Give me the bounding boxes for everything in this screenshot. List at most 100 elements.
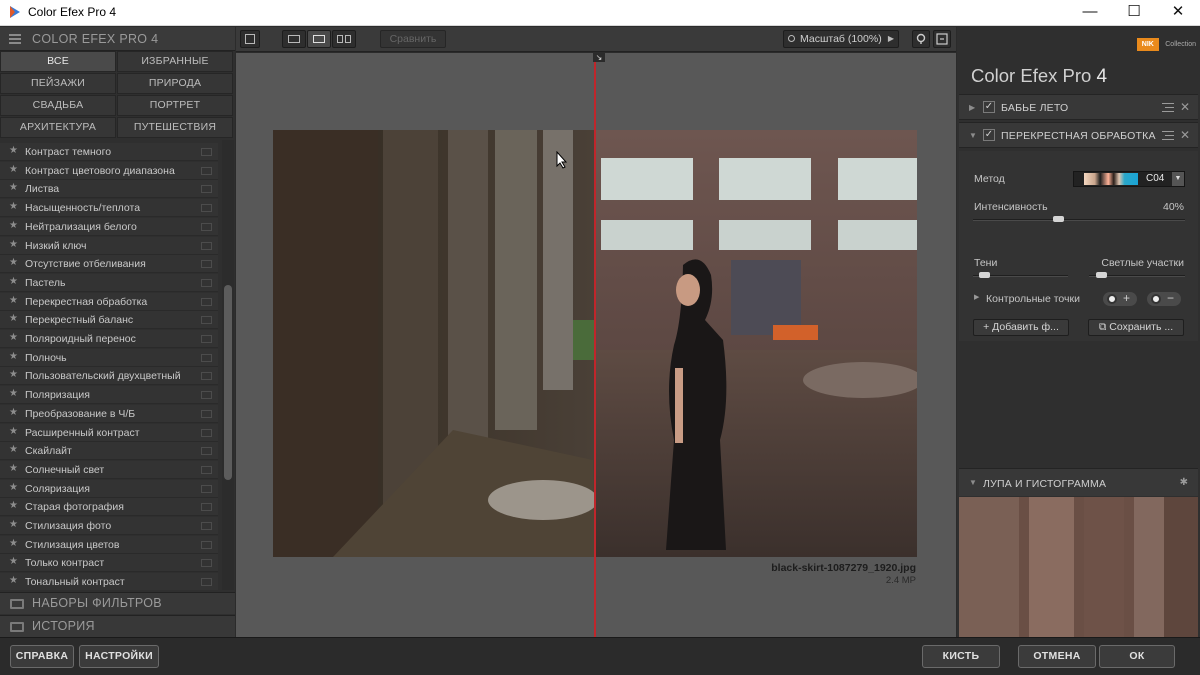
filter-list-item[interactable]: ★ Низкий ключ <box>0 236 218 255</box>
zoom-dropdown[interactable]: Масштаб (100%) <box>783 30 899 48</box>
filter-enable-checkbox[interactable]: ✓ <box>983 129 995 141</box>
favorite-star-icon[interactable]: ★ <box>9 482 18 493</box>
favorite-star-icon[interactable]: ★ <box>9 500 18 511</box>
filter-list-item[interactable]: ★ Нейтрализация белого <box>0 217 218 236</box>
filter-list-item[interactable]: ★ Пользовательский двухцветный <box>0 367 218 386</box>
collapse-icon[interactable]: ▼ <box>969 478 977 487</box>
brush-button[interactable]: КИСТЬ <box>922 645 1000 668</box>
zoom-arrow-icon[interactable]: ▶ <box>884 30 898 48</box>
toggle-browser-button[interactable] <box>240 30 260 48</box>
filter-preset-icon[interactable] <box>201 465 212 474</box>
filter-list-scrollbar[interactable] <box>222 140 234 590</box>
add-control-point-plus-button[interactable]: + <box>1103 291 1137 306</box>
expand-icon[interactable]: ▶ <box>969 103 975 112</box>
filter-header-indian-summer[interactable]: ▶ ✓ БАБЬЕ ЛЕТО ✕ <box>959 94 1198 120</box>
filter-list-item[interactable]: ★ Полночь <box>0 348 218 367</box>
cancel-button[interactable]: ОТМЕНА <box>1018 645 1096 668</box>
filter-list-item[interactable]: ★ Пастель <box>0 273 218 292</box>
favorite-star-icon[interactable]: ★ <box>9 295 18 306</box>
compare-button[interactable]: Сравнить <box>380 30 446 48</box>
shadows-slider[interactable] <box>973 272 1068 278</box>
favorite-star-icon[interactable]: ★ <box>9 407 18 418</box>
filter-preset-icon[interactable] <box>201 522 212 530</box>
filter-preset-icon[interactable] <box>201 166 212 175</box>
filter-preset-icon[interactable] <box>201 428 212 437</box>
filter-preset-icon[interactable] <box>201 316 212 325</box>
favorite-star-icon[interactable]: ★ <box>9 369 18 380</box>
filter-list-item[interactable]: ★ Стилизация цветов <box>0 535 218 554</box>
category-all[interactable]: ВСЕ <box>0 51 116 72</box>
filter-header-cross-processing[interactable]: ▼ ✓ ПЕРЕКРЕСТНАЯ ОБРАБОТКА ✕ <box>959 122 1198 148</box>
filter-list-item[interactable]: ★ Поляроидный перенос <box>0 330 218 348</box>
filter-list-item[interactable]: ★ Стилизация фото <box>0 517 218 535</box>
filter-list-item[interactable]: ★ Расширенный контраст <box>0 423 218 442</box>
filter-preset-icon[interactable] <box>201 447 212 456</box>
favorite-star-icon[interactable]: ★ <box>9 556 18 567</box>
collapse-icon[interactable]: ▼ <box>969 131 977 140</box>
add-filter-button[interactable]: + Добавить ф... <box>973 319 1069 336</box>
filter-list-item[interactable]: ★ Солнечный свет <box>0 460 218 479</box>
chevron-down-icon[interactable]: ▼ <box>1172 172 1184 186</box>
filter-list-item[interactable]: ★ Перекрестная обработка <box>0 292 218 311</box>
filter-menu-icon[interactable] <box>1162 131 1174 140</box>
favorite-star-icon[interactable]: ★ <box>9 444 18 455</box>
side-by-side-button[interactable] <box>332 30 356 48</box>
favorite-star-icon[interactable]: ★ <box>9 332 18 343</box>
filter-list-item[interactable]: ★ Тональный контраст <box>0 573 218 590</box>
filter-preset-icon[interactable] <box>201 185 212 194</box>
filter-preset-icon[interactable] <box>201 335 212 343</box>
shadows-slider-knob[interactable] <box>979 272 990 278</box>
filter-preset-icon[interactable] <box>201 409 212 418</box>
intensity-slider-knob[interactable] <box>1053 216 1064 222</box>
favorite-star-icon[interactable]: ★ <box>9 145 18 156</box>
method-dropdown[interactable]: C04 ▼ <box>1073 171 1185 187</box>
filter-preset-icon[interactable] <box>201 540 212 549</box>
filter-preset-icon[interactable] <box>201 578 212 587</box>
background-toggle-button[interactable] <box>912 30 930 48</box>
filter-preset-icon[interactable] <box>201 559 212 568</box>
category-portrait[interactable]: ПОРТРЕТ <box>117 95 233 116</box>
category-wedding[interactable]: СВАДЬБА <box>0 95 116 116</box>
filter-list-item[interactable]: ★ Насыщенность/теплота <box>0 199 218 218</box>
intensity-slider[interactable] <box>973 216 1185 222</box>
favorite-star-icon[interactable]: ★ <box>9 351 18 362</box>
remove-filter-icon[interactable]: ✕ <box>1180 128 1190 142</box>
category-favorites[interactable]: ИЗБРАННЫЕ <box>117 51 233 72</box>
filter-preset-icon[interactable] <box>201 484 212 493</box>
favorite-star-icon[interactable]: ★ <box>9 257 18 268</box>
filter-preset-icon[interactable] <box>201 204 212 213</box>
favorite-star-icon[interactable]: ★ <box>9 463 18 474</box>
favorite-star-icon[interactable]: ★ <box>9 201 18 212</box>
filter-preset-icon[interactable] <box>201 391 212 400</box>
filter-preset-icon[interactable] <box>201 222 212 231</box>
filter-list-item[interactable]: ★ Поляризация <box>0 386 218 405</box>
favorite-star-icon[interactable]: ★ <box>9 239 18 250</box>
control-points-expand-icon[interactable]: ▶ <box>974 293 979 301</box>
scrollbar-thumb[interactable] <box>224 285 232 480</box>
image-preview-area[interactable]: ↘ black-skirt-1087279_1920.jpg 2.4 MP <box>236 53 956 637</box>
filter-preset-icon[interactable] <box>201 260 212 269</box>
filter-preset-icon[interactable] <box>201 278 212 287</box>
close-button[interactable]: ✕ <box>1156 0 1200 26</box>
settings-button[interactable]: НАСТРОЙКИ <box>79 645 159 668</box>
filter-preset-icon[interactable] <box>201 372 212 381</box>
filter-list-item[interactable]: ★ Контраст цветового диапазона <box>0 161 218 180</box>
split-view-button[interactable] <box>307 30 331 48</box>
category-landscape[interactable]: ПЕЙЗАЖИ <box>0 73 116 94</box>
filter-list-item[interactable]: ★ Отсутствие отбеливания <box>0 255 218 274</box>
split-divider[interactable] <box>594 53 596 637</box>
help-button[interactable]: СПРАВКА <box>10 645 74 668</box>
filter-enable-checkbox[interactable]: ✓ <box>983 101 995 113</box>
category-architecture[interactable]: АРХИТЕКТУРА <box>0 117 116 138</box>
maximize-button[interactable]: ☐ <box>1112 0 1156 26</box>
filter-list-item[interactable]: ★ Контраст темного <box>0 143 218 161</box>
highlights-slider[interactable] <box>1089 272 1185 278</box>
history-section[interactable]: ИСТОРИЯ <box>0 615 235 637</box>
favorite-star-icon[interactable]: ★ <box>9 182 18 193</box>
favorite-star-icon[interactable]: ★ <box>9 538 18 549</box>
split-handle-icon[interactable]: ↘ <box>593 53 605 62</box>
filter-list-item[interactable]: ★ Перекрестный баланс <box>0 311 218 330</box>
filter-browser-header[interactable]: COLOR EFEX PRO 4 <box>0 27 235 51</box>
filter-list-item[interactable]: ★ Листва <box>0 180 218 199</box>
filter-list-item[interactable]: ★ Скайлайт <box>0 442 218 461</box>
